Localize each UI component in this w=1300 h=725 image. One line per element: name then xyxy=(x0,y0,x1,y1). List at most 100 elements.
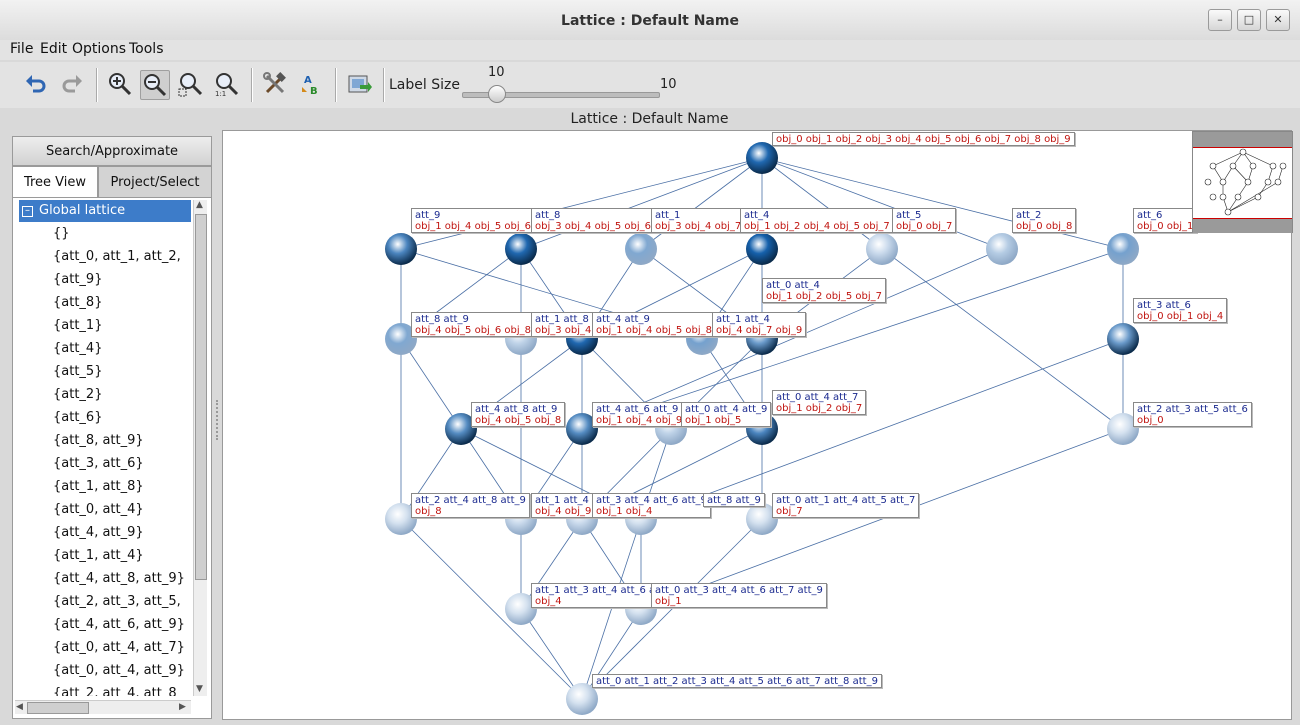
concept-label[interactable]: att_2 att_4 att_8 att_9 obj_8 xyxy=(411,493,530,518)
concept-attributes: att_2 xyxy=(1016,210,1042,221)
label-ab-icon[interactable]: AB xyxy=(297,70,325,98)
concept-attributes: att_1 xyxy=(655,210,681,221)
scroll-up-icon[interactable]: ▲ xyxy=(196,200,203,210)
zoom-fit-icon[interactable] xyxy=(177,70,205,98)
tree-horizontal-scroll-thumb[interactable] xyxy=(27,702,89,714)
lattice-edge xyxy=(581,518,763,700)
toolbar: 1:1 AB Label Size 10 10 xyxy=(0,62,1300,108)
tree-item[interactable]: {att_4, att_8, att_9} xyxy=(19,567,191,590)
label-size-slider-handle[interactable] xyxy=(488,85,506,103)
zoom-out-icon[interactable] xyxy=(140,70,170,100)
concept-label[interactable]: att_8 att_9 xyxy=(703,493,765,507)
zoom-reset-icon[interactable]: 1:1 xyxy=(213,70,241,98)
concept-label[interactable]: att_8 obj_3 obj_4 obj_5 obj_6 xyxy=(531,208,655,233)
concept-label[interactable]: att_4 att_6 att_9 obj_1 obj_4 obj_9 xyxy=(592,402,687,427)
concept-objects: obj_0 obj_1 xyxy=(1137,221,1194,232)
lattice-node[interactable] xyxy=(625,233,657,265)
concept-label[interactable]: att_2 att_3 att_5 att_6 obj_0 xyxy=(1133,402,1252,427)
tree-item[interactable]: {att_6} xyxy=(19,406,191,429)
concept-label[interactable]: att_9 obj_1 obj_4 obj_5 obj_6 xyxy=(411,208,535,233)
lattice-node[interactable] xyxy=(746,142,778,174)
concept-objects: obj_0 obj_7 xyxy=(896,221,953,232)
settings-tools-icon[interactable] xyxy=(261,70,289,98)
tree-item[interactable]: {att_8, att_9} xyxy=(19,429,191,452)
redo-icon[interactable] xyxy=(58,70,86,98)
tree-item[interactable]: {att_4, att_6, att_9} xyxy=(19,613,191,636)
tree-item[interactable]: {att_4, att_9} xyxy=(19,521,191,544)
lattice-node[interactable] xyxy=(866,233,898,265)
undo-icon[interactable] xyxy=(22,70,50,98)
tree-item[interactable]: {att_1} xyxy=(19,314,191,337)
tree-item[interactable]: {att_5} xyxy=(19,360,191,383)
scroll-right-icon[interactable]: ▶ xyxy=(179,702,186,712)
search-approximate-button[interactable]: Search/Approximate xyxy=(12,136,212,166)
tree-item[interactable]: {att_8} xyxy=(19,291,191,314)
concept-label[interactable]: att_8 att_9 obj_4 obj_5 obj_6 obj_8 xyxy=(411,312,535,337)
concept-label[interactable]: att_3 att_4 att_6 att_9 obj_1 obj_4 xyxy=(592,493,711,518)
concept-label[interactable]: att_3 att_6 obj_0 obj_1 obj_4 xyxy=(1133,298,1228,323)
menu-tools[interactable]: Tools xyxy=(129,41,164,57)
tree-item[interactable]: {att_0, att_4, att_9} xyxy=(19,659,191,682)
maximize-button[interactable]: □ xyxy=(1237,9,1261,31)
concept-label[interactable]: att_0 att_1 att_4 att_5 att_7 obj_7 xyxy=(772,493,920,518)
concept-label[interactable]: att_0 att_1 att_2 att_3 att_4 att_5 att_… xyxy=(592,674,882,688)
concept-label[interactable]: att_0 att_4 att_7 obj_1 obj_2 obj_7 xyxy=(772,390,867,415)
close-button[interactable]: ✕ xyxy=(1266,9,1290,31)
tree-item[interactable]: {att_3, att_6} xyxy=(19,452,191,475)
concept-label[interactable]: att_1 att_4 obj_4 obj_7 obj_9 xyxy=(712,312,807,337)
scroll-down-icon[interactable]: ▼ xyxy=(196,684,203,694)
lattice-node[interactable] xyxy=(505,233,537,265)
concept-label[interactable]: att_5 obj_0 obj_7 xyxy=(892,208,957,233)
concept-label[interactable]: obj_0 obj_1 obj_2 obj_3 obj_4 obj_5 obj_… xyxy=(772,132,1075,146)
menu-edit[interactable]: Edit xyxy=(40,41,67,57)
tree-item[interactable]: {att_2, att_4, att_8 xyxy=(19,682,191,696)
tree-item[interactable]: {att_0, att_1, att_2, xyxy=(19,245,191,268)
tree-root-global-lattice[interactable]: – Global lattice xyxy=(19,200,191,222)
tree-item[interactable]: {} xyxy=(19,222,191,245)
concept-attributes: att_0 att_4 xyxy=(766,280,820,291)
concept-label[interactable]: att_1 att_3 att_4 att_6 at obj_4 xyxy=(531,583,664,608)
lattice-minimap[interactable] xyxy=(1192,131,1293,233)
zoom-in-icon[interactable] xyxy=(106,70,134,98)
menu-options[interactable]: Options xyxy=(72,41,126,57)
tree-item[interactable]: {att_4} xyxy=(19,337,191,360)
lattice-node[interactable] xyxy=(986,233,1018,265)
concept-label[interactable]: att_0 att_4 att_9 obj_1 obj_5 xyxy=(681,402,772,427)
tree-item[interactable]: {att_2} xyxy=(19,383,191,406)
lattice-node[interactable] xyxy=(1107,323,1139,355)
lattice-node[interactable] xyxy=(1107,233,1139,265)
concept-label[interactable]: att_4 obj_1 obj_2 obj_4 obj_5 obj_7 xyxy=(740,208,894,233)
scroll-left-icon[interactable]: ◀ xyxy=(16,702,23,712)
concept-label[interactable]: att_0 att_3 att_4 att_6 att_7 att_9 obj_1 xyxy=(651,583,827,608)
concept-label[interactable]: att_1 obj_3 obj_4 obj_7 xyxy=(651,208,746,233)
concept-label[interactable]: att_6 obj_0 obj_1 xyxy=(1133,208,1198,233)
concept-label[interactable]: att_1 att_8 obj_3 obj_4 xyxy=(531,312,596,337)
tree-vertical-scroll-thumb[interactable] xyxy=(195,214,207,580)
concept-label[interactable]: att_1 att_4 obj_4 obj_9 xyxy=(531,493,596,518)
lattice-canvas[interactable]: obj_0 obj_1 obj_2 obj_3 obj_4 obj_5 obj_… xyxy=(222,130,1293,720)
concept-attributes: att_1 att_3 att_4 att_6 at xyxy=(535,585,660,596)
concept-objects: obj_1 obj_4 obj_9 xyxy=(596,415,683,426)
tree-vertical-scrollbar[interactable]: ▲ ▼ xyxy=(193,200,207,696)
concept-label[interactable]: att_2 obj_0 obj_8 xyxy=(1012,208,1077,233)
concept-label[interactable]: att_4 att_8 att_9 obj_4 obj_5 obj_8 xyxy=(471,402,566,427)
tree-root-label: Global lattice xyxy=(39,203,126,218)
export-image-icon[interactable] xyxy=(345,70,373,98)
tree-item[interactable]: {att_1, att_8} xyxy=(19,475,191,498)
minimize-button[interactable]: – xyxy=(1208,9,1232,31)
lattice-node[interactable] xyxy=(385,233,417,265)
menu-file[interactable]: File xyxy=(10,41,33,57)
concept-label[interactable]: att_0 att_4 obj_1 obj_2 obj_5 obj_7 xyxy=(762,278,886,303)
tree-horizontal-scrollbar[interactable]: ◀ ▶ xyxy=(15,700,191,714)
tree-item[interactable]: {att_1, att_4} xyxy=(19,544,191,567)
panel-splitter[interactable] xyxy=(216,400,221,440)
lattice-node[interactable] xyxy=(746,233,778,265)
tree-item[interactable]: {att_0, att_4} xyxy=(19,498,191,521)
collapse-icon[interactable]: – xyxy=(22,206,33,217)
tree-item[interactable]: {att_9} xyxy=(19,268,191,291)
concept-label[interactable]: att_4 att_9 obj_1 obj_4 obj_5 obj_8 xyxy=(592,312,716,337)
tab-tree-view[interactable]: Tree View xyxy=(12,166,98,197)
tab-project-select[interactable]: Project/Select xyxy=(98,166,212,198)
tree-item[interactable]: {att_0, att_4, att_7} xyxy=(19,636,191,659)
tree-item[interactable]: {att_2, att_3, att_5, xyxy=(19,590,191,613)
